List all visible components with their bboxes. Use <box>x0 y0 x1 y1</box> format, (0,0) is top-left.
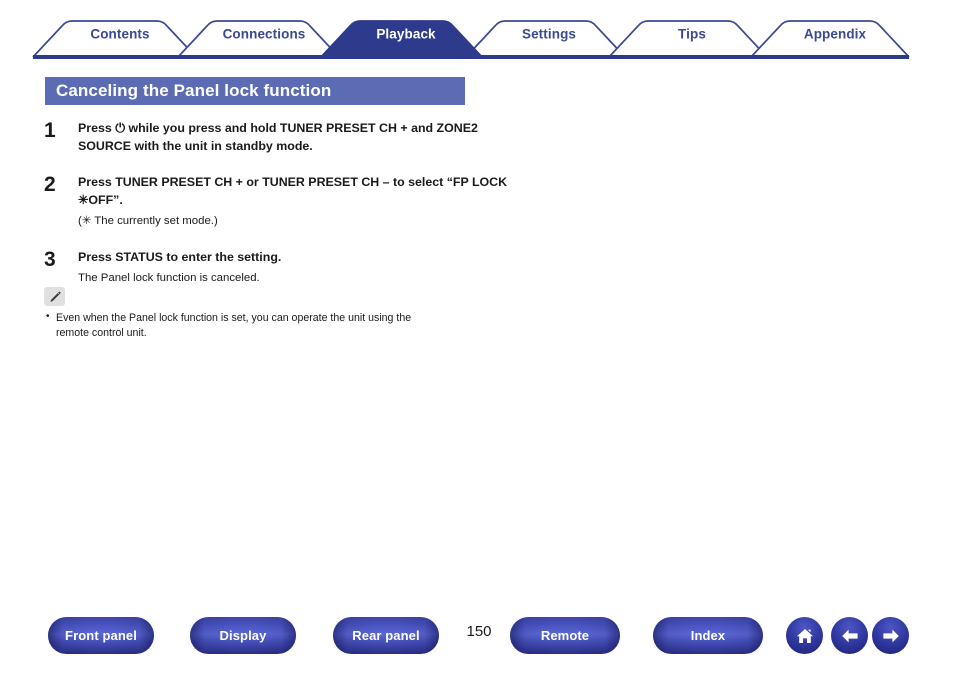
display-button-label: Display <box>219 628 267 643</box>
steps-list: 1 Press ⏻ while you press and hold TUNER… <box>44 119 524 304</box>
tab-baseline <box>33 55 909 59</box>
back-button[interactable] <box>831 617 868 654</box>
remote-button[interactable]: Remote <box>510 617 620 654</box>
note-block: Even when the Panel lock function is set… <box>44 287 514 341</box>
footer-bar: Front panel Display Rear panel 150 Remot… <box>0 617 954 657</box>
step-subtext: The Panel lock function is canceled. <box>78 271 260 284</box>
tab-appendix[interactable]: Appendix <box>755 27 915 42</box>
page-number: 150 <box>466 623 492 640</box>
tab-tips[interactable]: Tips <box>612 27 772 42</box>
step-item: 3 Press STATUS to enter the setting. The… <box>44 248 524 287</box>
step-body: Press TUNER PRESET CH + or TUNER PRESET … <box>78 173 524 231</box>
step-number: 1 <box>44 119 56 142</box>
index-button-label: Index <box>690 628 726 643</box>
page-title: Canceling the Panel lock function <box>45 77 465 105</box>
tab-settings[interactable]: Settings <box>469 27 629 42</box>
step-body: Press STATUS to enter the setting. The P… <box>78 248 524 287</box>
tab-bar: Contents Connections Playback Settings T… <box>0 0 954 62</box>
step-title: Press TUNER PRESET CH + or TUNER PRESET … <box>78 174 508 208</box>
arrow-left-icon <box>841 629 858 642</box>
home-button[interactable] <box>786 617 823 654</box>
step-item: 2 Press TUNER PRESET CH + or TUNER PRESE… <box>44 173 524 231</box>
forward-button[interactable] <box>872 617 909 654</box>
page-title-text: Canceling the Panel lock function <box>56 81 332 100</box>
step-number: 3 <box>44 247 56 271</box>
display-button[interactable]: Display <box>190 617 296 654</box>
tab-connections[interactable]: Connections <box>184 27 344 42</box>
step-title: Press STATUS to enter the setting. <box>78 249 282 264</box>
rear-panel-button-label: Rear panel <box>352 628 420 643</box>
note-item: Even when the Panel lock function is set… <box>44 310 436 341</box>
home-icon <box>796 628 813 643</box>
tab-contents[interactable]: Contents <box>40 27 200 42</box>
front-panel-button-label: Front panel <box>65 628 137 643</box>
front-panel-button[interactable]: Front panel <box>48 617 154 654</box>
pencil-icon <box>44 287 65 306</box>
step-item: 1 Press ⏻ while you press and hold TUNER… <box>44 119 524 156</box>
note-items: Even when the Panel lock function is set… <box>44 310 514 341</box>
step-subtext: (✳ The currently set mode.) <box>78 215 218 228</box>
arrow-right-icon <box>882 629 899 642</box>
rear-panel-button[interactable]: Rear panel <box>333 617 439 654</box>
index-button[interactable]: Index <box>653 617 763 654</box>
step-body: Press ⏻ while you press and hold TUNER P… <box>78 119 524 156</box>
remote-button-label: Remote <box>540 628 590 643</box>
step-number: 2 <box>44 172 56 196</box>
tab-playback[interactable]: Playback <box>326 27 486 42</box>
step-title: Press ⏻ while you press and hold TUNER P… <box>78 121 478 154</box>
